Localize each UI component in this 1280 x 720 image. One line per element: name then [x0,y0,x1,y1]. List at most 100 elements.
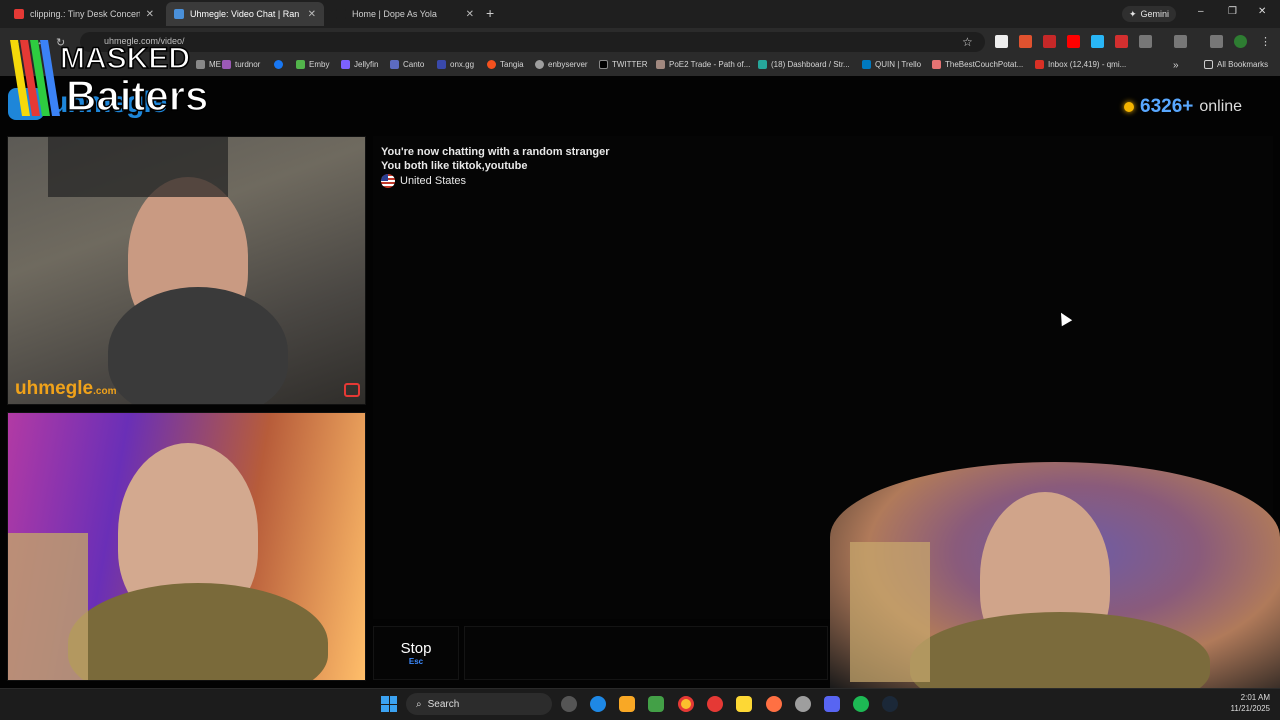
uhmegle-favicon-icon [174,9,184,19]
taskbar-search[interactable]: ⌕ Search [406,693,552,715]
stop-button[interactable]: Stop Esc [373,626,459,680]
facebook-icon [274,60,283,69]
extension-badge-icon[interactable] [1043,35,1056,48]
chrome-icon[interactable] [678,696,694,712]
taskbar [0,688,1280,720]
bookmark-star-icon[interactable]: ☆ [962,35,973,49]
stop-shortcut: Esc [408,657,424,666]
x-twitter-icon [599,60,608,69]
extension-fox-icon[interactable] [1019,35,1032,48]
overlay-logo-line2: Baiters [66,72,208,118]
bookmark-item[interactable]: onx.gg [437,60,474,69]
clock-time: 2:01 AM [1240,693,1270,702]
bookmark-item[interactable]: PoE2 Trade - Path of... [656,60,750,69]
folder-icon [1204,60,1213,69]
new-tab-button[interactable]: + [486,5,494,21]
extensions-puzzle-icon[interactable] [1139,35,1152,48]
online-label: online [1199,98,1243,115]
online-counter: 6326+ online [1124,96,1242,118]
overlay-logo-line1: MASKED [60,42,190,75]
bookmark-item[interactable]: Emby [296,60,329,69]
bookmark-item[interactable]: (18) Dashboard / Str... [758,60,850,69]
cast-icon[interactable] [1174,35,1187,48]
tangia-icon [487,60,496,69]
bookmarks-overflow-button[interactable]: » [1173,60,1179,71]
close-window-button[interactable]: ✕ [1258,6,1266,17]
stop-label: Stop [400,640,432,657]
search-label: Search [427,698,460,710]
app-gray-icon[interactable] [795,696,811,712]
trello-icon [862,60,871,69]
poe-icon [656,60,665,69]
us-flag-icon [381,174,395,188]
menu-kebab-icon[interactable]: ⋮ [1260,35,1271,48]
discord-icon[interactable] [824,696,840,712]
jellyfin-icon [341,60,350,69]
minimize-button[interactable]: – [1198,6,1204,17]
emby-icon [296,60,305,69]
bookmark-item[interactable]: TWITTER [599,60,648,69]
file-explorer-icon[interactable] [619,696,635,712]
couch-image [8,533,88,680]
tab-clipping[interactable]: clipping.: Tiny Desk Concert - Yo ✕ [6,2,162,26]
extension-youtube-icon[interactable] [1067,35,1080,48]
all-bookmarks-button[interactable]: All Bookmarks [1204,60,1268,69]
common-interests-message: You both like tiktok,youtube [381,160,528,172]
bookmark-item[interactable]: enbyserver [535,60,588,69]
edge-icon[interactable] [590,696,606,712]
maximize-button[interactable]: ❐ [1228,6,1237,17]
dashboard-icon [758,60,767,69]
gmail-icon [1035,60,1044,69]
bookmark-item[interactable]: Canto [390,60,424,69]
onx-icon [437,60,446,69]
task-view-icon[interactable] [561,696,577,712]
close-tab-icon[interactable]: ✕ [308,9,316,20]
bookmark-item[interactable]: Inbox (12,419) - qmi... [1035,60,1126,69]
streamer-webcam-overlay [830,462,1280,712]
search-icon: ⌕ [416,698,422,710]
gemini-label: Gemini [1140,9,1170,19]
extension-shield-icon[interactable] [1115,35,1128,48]
message-input[interactable] [464,626,828,680]
sticky-notes-icon[interactable] [736,696,752,712]
globe-icon [535,60,544,69]
bookmark-item[interactable]: TheBestCouchPotat... [932,60,1023,69]
gemini-button[interactable]: ✦ Gemini [1122,6,1177,22]
app-red-icon[interactable] [707,696,723,712]
bookmark-item[interactable] [274,60,287,69]
app-green-icon[interactable] [648,696,664,712]
system-clock[interactable]: 2:01 AM 11/21/2025 [1218,692,1270,714]
report-flag-icon[interactable] [344,383,360,397]
firefox-icon[interactable] [766,696,782,712]
tab-title: Uhmegle: Video Chat | Ran [190,9,300,19]
bookmark-item[interactable]: QUIN | Trello [862,60,921,69]
clock-date: 11/21/2025 [1230,704,1270,713]
lamp-couch-image [850,542,930,682]
stranger-country: United States [381,174,466,188]
tab-title: Home | Dope As Yola [352,9,437,19]
status-dot-icon [1124,102,1134,112]
online-count: 6326+ [1140,96,1194,117]
sparkle-icon: ✦ [1129,8,1137,19]
profile-avatar[interactable] [1234,35,1247,48]
steam-icon[interactable] [882,696,898,712]
couch-potato-icon [932,60,941,69]
country-label: United States [400,175,467,187]
extension-7tv-icon[interactable] [1091,35,1104,48]
tab-uhmegle[interactable]: Uhmegle: Video Chat | Ran ✕ [166,2,324,26]
tab-dope-as-yola[interactable]: Home | Dope As Yola ✕ [328,2,482,26]
canto-icon [390,60,399,69]
bookmark-item[interactable]: Tangia [487,60,524,69]
close-tab-icon[interactable]: ✕ [146,9,154,20]
poster-image [48,137,228,197]
extension-k-icon[interactable] [995,35,1008,48]
windows-start-icon[interactable] [381,696,397,712]
tab-search-icon[interactable] [1210,35,1223,48]
video-watermark: uhmegle.com [15,378,117,399]
system-message: You're now chatting with a random strang… [381,146,610,158]
close-tab-icon[interactable]: ✕ [466,9,474,20]
bookmark-item[interactable]: Jellyfin [341,60,378,69]
youtube-icon [14,9,24,19]
self-video [7,412,366,681]
spotify-icon[interactable] [853,696,869,712]
